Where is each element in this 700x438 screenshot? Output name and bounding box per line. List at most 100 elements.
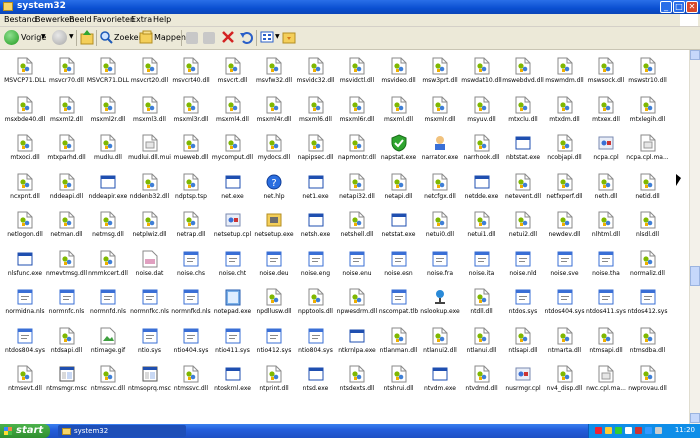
menu-favorieten[interactable]: Favorieten <box>93 15 135 24</box>
forward-arrow-icon[interactable] <box>52 30 67 45</box>
file-item[interactable]: mtxex.dll <box>585 93 627 131</box>
file-item[interactable]: mudlui.dll.mui <box>128 131 171 169</box>
file-item[interactable]: ntdos404.sys <box>544 285 586 323</box>
file-item[interactable]: nwc.cpl.ma... <box>585 362 627 400</box>
file-item[interactable]: noise.fra <box>419 247 461 285</box>
file-item[interactable]: netsetup.exe <box>253 208 295 246</box>
file-item[interactable]: ntsd.exe <box>295 362 337 400</box>
file-item[interactable]: noise.esn <box>378 247 420 285</box>
file-item[interactable]: normaliz.dll <box>627 247 669 285</box>
taskbar-window-button[interactable]: system32 <box>58 425 186 437</box>
file-item[interactable]: mswmdm.dll <box>544 54 586 92</box>
file-item[interactable]: napstat.exe <box>378 131 420 169</box>
views-dropdown-icon[interactable]: ▼ <box>275 33 280 40</box>
file-item[interactable]: noise.eng <box>295 247 337 285</box>
file-item[interactable]: msvidc32.dll <box>295 54 337 92</box>
file-item[interactable]: nslookup.exe <box>419 285 461 323</box>
file-item[interactable]: msvcr70.dll <box>46 54 88 92</box>
file-item[interactable]: mydocs.dll <box>253 131 295 169</box>
file-item[interactable]: ntprint.dll <box>253 362 295 400</box>
file-item[interactable]: ? net.hlp <box>253 170 295 208</box>
file-item[interactable]: nmevtmsg.dll <box>46 247 88 285</box>
file-item[interactable]: ntdos412.sys <box>627 285 669 323</box>
file-item[interactable]: narrhook.dll <box>461 131 503 169</box>
file-item[interactable]: noise.sve <box>544 247 586 285</box>
file-item[interactable]: ncpa.cpl.ma... <box>626 131 669 169</box>
undo-icon[interactable] <box>239 29 253 47</box>
tray-icon[interactable] <box>635 427 642 434</box>
file-item[interactable]: msyuv.dll <box>461 93 503 131</box>
file-item[interactable]: nddeapir.exe <box>87 170 129 208</box>
tray-icon[interactable] <box>645 427 652 434</box>
file-item[interactable]: neth.dll <box>585 170 627 208</box>
file-item[interactable]: normnfkc.nls <box>129 285 171 323</box>
file-item[interactable]: normidna.nls <box>4 285 46 323</box>
file-item[interactable]: mtxclu.dll <box>502 93 544 131</box>
file-item[interactable]: net1.exe <box>295 170 337 208</box>
start-button[interactable]: start <box>0 424 50 438</box>
file-item[interactable]: MSVCR71.DLL <box>87 54 129 92</box>
menu-help[interactable]: Help <box>153 15 171 24</box>
file-item[interactable]: ntkrnlpa.exe <box>336 324 378 362</box>
file-item[interactable]: netsh.exe <box>295 208 337 246</box>
file-item[interactable]: msxml3r.dll <box>170 93 212 131</box>
file-item[interactable]: noise.chs <box>170 247 212 285</box>
file-item[interactable]: ntsdexts.dll <box>336 362 378 400</box>
tray-icon[interactable] <box>625 427 632 434</box>
back-dropdown-icon[interactable]: ▼ <box>41 33 46 40</box>
file-item[interactable]: ntio411.sys <box>212 324 254 362</box>
file-item[interactable]: msxml2r.dll <box>87 93 129 131</box>
minimize-button[interactable]: _ <box>660 1 672 13</box>
file-item[interactable]: netui2.dll <box>502 208 544 246</box>
file-item[interactable]: npwesdrm.dll <box>336 285 378 323</box>
file-item[interactable]: msvcrt40.dll <box>170 54 212 92</box>
maximize-button[interactable]: □ <box>673 1 685 13</box>
tray-icon[interactable] <box>605 427 612 434</box>
menu-beeld[interactable]: Beeld <box>69 15 92 24</box>
file-item[interactable]: ntdll.dll <box>461 285 503 323</box>
file-item[interactable]: msxml.dll <box>378 93 420 131</box>
file-item[interactable]: nlsdl.dll <box>627 208 669 246</box>
file-item[interactable]: netplwiz.dll <box>129 208 171 246</box>
file-item[interactable]: mycomput.dll <box>212 131 254 169</box>
file-item[interactable]: ntmsdba.dll <box>627 324 669 362</box>
file-item[interactable]: ntmsevt.dll <box>4 362 46 400</box>
file-item[interactable]: ntimage.gif <box>87 324 129 362</box>
search-icon[interactable] <box>99 29 113 47</box>
forward-dropdown-icon[interactable]: ▼ <box>69 33 74 40</box>
file-item[interactable]: mswebdvd.dll <box>502 54 544 92</box>
file-item[interactable]: netui0.dll <box>419 208 461 246</box>
scroll-up-icon[interactable] <box>690 50 700 60</box>
file-item[interactable]: ntlanui2.dll <box>419 324 461 362</box>
sync-folder-icon[interactable] <box>282 29 296 47</box>
file-item[interactable]: msxbde40.dll <box>4 93 46 131</box>
file-item[interactable]: mswstr10.dll <box>627 54 669 92</box>
file-item[interactable]: ntmsmgr.msc <box>46 362 88 400</box>
menu-extra[interactable]: Extra <box>131 15 152 24</box>
file-item[interactable]: ntio.sys <box>129 324 171 362</box>
up-folder-icon[interactable] <box>80 29 94 47</box>
file-item[interactable]: netevent.dll <box>502 170 544 208</box>
file-item[interactable]: ntlanman.dll <box>378 324 420 362</box>
file-item[interactable]: mtxoci.dll <box>4 131 46 169</box>
file-item[interactable]: msxml2.dll <box>46 93 88 131</box>
file-item[interactable]: netlogon.dll <box>4 208 46 246</box>
file-item[interactable]: noise.nld <box>502 247 544 285</box>
copy-to-icon[interactable] <box>203 32 215 44</box>
file-item[interactable]: ntoskrnl.exe <box>212 362 254 400</box>
file-item[interactable]: ncobjapi.dll <box>544 131 586 169</box>
file-item[interactable]: netsetup.cpl <box>212 208 254 246</box>
close-button[interactable]: ✕ <box>686 1 698 13</box>
file-item[interactable]: mtxlegih.dll <box>627 93 669 131</box>
file-item[interactable]: ntmssvc.dll <box>170 362 212 400</box>
file-item[interactable]: nddeapi.dll <box>46 170 88 208</box>
back-arrow-icon[interactable] <box>4 30 19 45</box>
file-item[interactable]: netstat.exe <box>378 208 420 246</box>
file-item[interactable]: msxml3.dll <box>129 93 171 131</box>
file-item[interactable]: msw3prt.dll <box>419 54 461 92</box>
scroll-down-icon[interactable] <box>690 413 700 423</box>
file-item[interactable]: napmontr.dll <box>336 131 378 169</box>
file-item[interactable]: netdde.exe <box>461 170 503 208</box>
file-item[interactable]: nmmkcert.dll <box>87 247 129 285</box>
file-item[interactable]: msvcrt.dll <box>212 54 254 92</box>
